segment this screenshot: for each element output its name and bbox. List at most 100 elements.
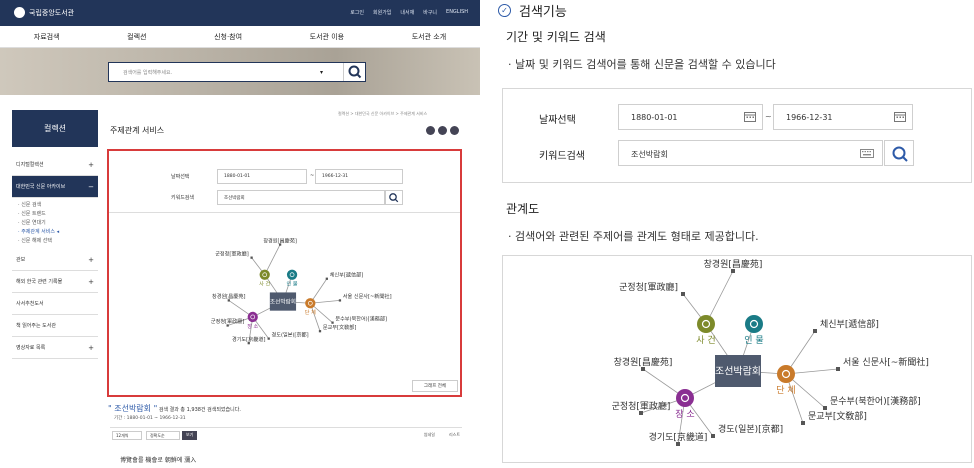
breadcrumb: 컬렉션 > 대한민국 신문 아카이브 > 주제관계 서비스: [338, 111, 428, 116]
date-to-input[interactable]: 1966-12-31: [773, 104, 913, 130]
calendar-icon: [744, 112, 756, 122]
utility-links: 로그인 회원가입 내서재 바구니 ENGLISH: [350, 9, 468, 16]
leaf-node-label: 군정청[軍政廳]: [619, 281, 678, 293]
leaf-node-label: 창경원[昌慶苑]: [704, 258, 763, 270]
leaf-node[interactable]: [681, 292, 685, 296]
logo-emblem-icon: [14, 7, 25, 18]
search-icon: [348, 65, 362, 79]
date-from-input[interactable]: 1880-01-01: [618, 104, 763, 130]
leaf-node[interactable]: [813, 329, 817, 333]
sidebar-subitems: · 신문 검색 · 신문 트렌드 · 신문 연대기 · 주제관계 서비스 ◂ ·…: [12, 198, 98, 249]
util-join-link[interactable]: 회원가입: [373, 9, 391, 16]
nav-item-apply[interactable]: 신청·참여: [214, 32, 242, 42]
subitem-annotation[interactable]: · 신문 해제 선택: [18, 237, 98, 246]
result-count: 검색 결과 총 1,938건 검색되었습니다.: [158, 407, 241, 413]
print-icon[interactable]: [438, 126, 447, 135]
result-period: 기간 : 1880-01-01 ~ 1966-12-31: [114, 416, 186, 421]
search-button[interactable]: [343, 63, 365, 81]
sidebar-item-overseas[interactable]: 해외 한국 관련 기록물 +: [12, 271, 98, 293]
keyword-label: 키워드검색: [539, 151, 585, 162]
leaf-node-label: 서울 신문사[~新聞社]: [843, 356, 929, 368]
util-login-link[interactable]: 로그인: [350, 9, 364, 16]
search-icon: [892, 146, 908, 162]
leaf-node-label: 경기도[京畿道]: [649, 431, 708, 443]
person-node-label: 인 물: [744, 335, 763, 346]
share-icon[interactable]: [426, 126, 435, 135]
leaf-node[interactable]: [823, 406, 827, 410]
main-search-input[interactable]: 검색어를 입력해주세요. ▾: [108, 62, 366, 82]
event-node-label: 사 건: [696, 335, 715, 346]
plus-icon: +: [88, 344, 94, 352]
leaf-node-label: 창경원[昌慶苑]: [614, 356, 673, 368]
sidebar-item-recommend[interactable]: 사서추천도서: [12, 293, 98, 315]
group-node-label: 단 체: [776, 385, 795, 396]
event-node[interactable]: [697, 315, 715, 333]
plus-icon: +: [88, 278, 94, 286]
place-node[interactable]: [676, 389, 694, 407]
leaf-node[interactable]: [801, 421, 805, 425]
nav-item-use[interactable]: 도서관 이용: [310, 32, 344, 42]
large-search-form: 날짜선택 1880-01-01 ~ 1966-12-31 키워드검색 조선박람회: [502, 88, 972, 183]
view-toggle: 썸네일 리스트: [424, 432, 460, 438]
website-screenshot: 국립중앙도서관 로그인 회원가입 내서재 바구니 ENGLISH 자료검색 컬렉…: [0, 0, 480, 466]
feature-title: ✓ 검색기능: [498, 1, 567, 20]
plus-icon: +: [88, 256, 94, 264]
subitem-search[interactable]: · 신문 검색: [18, 201, 98, 210]
keyword-input[interactable]: 조선박람회: [618, 140, 883, 166]
result-term: " 조선박람회 ": [108, 404, 158, 413]
large-relation-graph: 조선박람회 사 건 인 물단 체장 소 창경원[昌慶苑] 군정청[軍政廳] 체신부[遞信部…: [502, 255, 972, 463]
list-view-button[interactable]: 리스트: [449, 432, 460, 438]
site-logo[interactable]: 국립중앙도서관: [14, 7, 74, 18]
per-page-select[interactable]: 12개씩: [112, 431, 142, 440]
nav-item-collection[interactable]: 컬렉션: [127, 32, 146, 42]
util-library-link[interactable]: 내서재: [400, 9, 414, 16]
center-node-label: 조선박람회: [715, 365, 761, 378]
sidebar-item-gazette[interactable]: 관보 +: [12, 249, 98, 271]
place-node-label: 장 소: [675, 409, 694, 420]
leaf-node[interactable]: [836, 367, 840, 371]
article-title[interactable]: 博覽會를 機會로 朝鮮에 瀰入: [120, 455, 196, 464]
result-controls: 12개씩 정확도순 보기 썸네일 리스트: [110, 427, 462, 441]
leaf-node-label: 문수부(북한어)[漢務部]: [830, 395, 921, 407]
subitem-relation[interactable]: · 주제관계 서비스 ◂: [18, 228, 98, 237]
page-title: 주제관계 서비스: [110, 126, 165, 135]
nav-item-about[interactable]: 도서관 소개: [412, 32, 446, 42]
leaf-node-label: 경도(일본)[京都]: [718, 423, 783, 435]
nav-item-search[interactable]: 자료검색: [34, 32, 60, 42]
leaf-node[interactable]: [711, 434, 715, 438]
section2-desc: · 검색어와 관련된 주제어를 관계도 형태로 제공합니다.: [508, 230, 759, 243]
sidebar-nav: 컬렉션 디지털컬렉션 + 대한민국 신문 아카이브 − · 신문 검색 · 신문 트…: [12, 110, 98, 359]
share-icons: [426, 126, 459, 135]
util-english-link[interactable]: ENGLISH: [446, 9, 468, 16]
view-button[interactable]: 보기: [182, 431, 198, 440]
logo-text: 국립중앙도서관: [29, 8, 75, 17]
sidebar-item-video[interactable]: 영상자료 목록 +: [12, 337, 98, 359]
search-button[interactable]: [884, 140, 914, 166]
sort-select[interactable]: 정확도순: [146, 431, 180, 440]
result-summary: " 조선박람회 " 검색 결과 총 1,938건 검색되었습니다.: [108, 403, 241, 414]
subitem-trend[interactable]: · 신문 트렌드: [18, 210, 98, 219]
date-label: 날짜선택: [539, 115, 576, 126]
thumbnail-view-button[interactable]: 썸네일: [424, 432, 435, 438]
top-bar: 국립중앙도서관 로그인 회원가입 내서재 바구니 ENGLISH: [0, 0, 480, 26]
search-placeholder: 검색어를 입력해주세요.: [123, 70, 173, 76]
main-nav: 자료검색 컬렉션 신청·참여 도서관 이용 도서관 소개: [0, 26, 480, 48]
section1-desc: · 날짜 및 키워드 검색어를 통해 신문을 검색할 수 있습니다: [508, 58, 776, 71]
link-icon[interactable]: [450, 126, 459, 135]
calendar-icon: [894, 112, 906, 122]
sidebar-item-digital[interactable]: 디지털컬렉션 +: [12, 154, 98, 176]
leaf-node-label: 문교부[文敎部]: [808, 410, 867, 422]
keyboard-icon: [860, 149, 874, 158]
sidebar-title: 컬렉션: [12, 110, 98, 147]
chevron-down-icon[interactable]: ▾: [320, 69, 323, 76]
plus-icon: +: [88, 161, 94, 169]
leaf-node-label: 체신부[遞信部]: [820, 318, 879, 330]
group-node[interactable]: [777, 365, 795, 383]
check-circle-icon: ✓: [498, 4, 511, 17]
subitem-chronology[interactable]: · 신문 연대기: [18, 219, 98, 228]
sidebar-item-reading[interactable]: 책 읽어주는 도서관: [12, 315, 98, 337]
highlight-box: [107, 149, 462, 397]
person-node[interactable]: [745, 315, 763, 333]
sidebar-item-newspaper[interactable]: 대한민국 신문 아카이브 −: [12, 176, 98, 198]
util-cart-link[interactable]: 바구니: [423, 9, 437, 16]
